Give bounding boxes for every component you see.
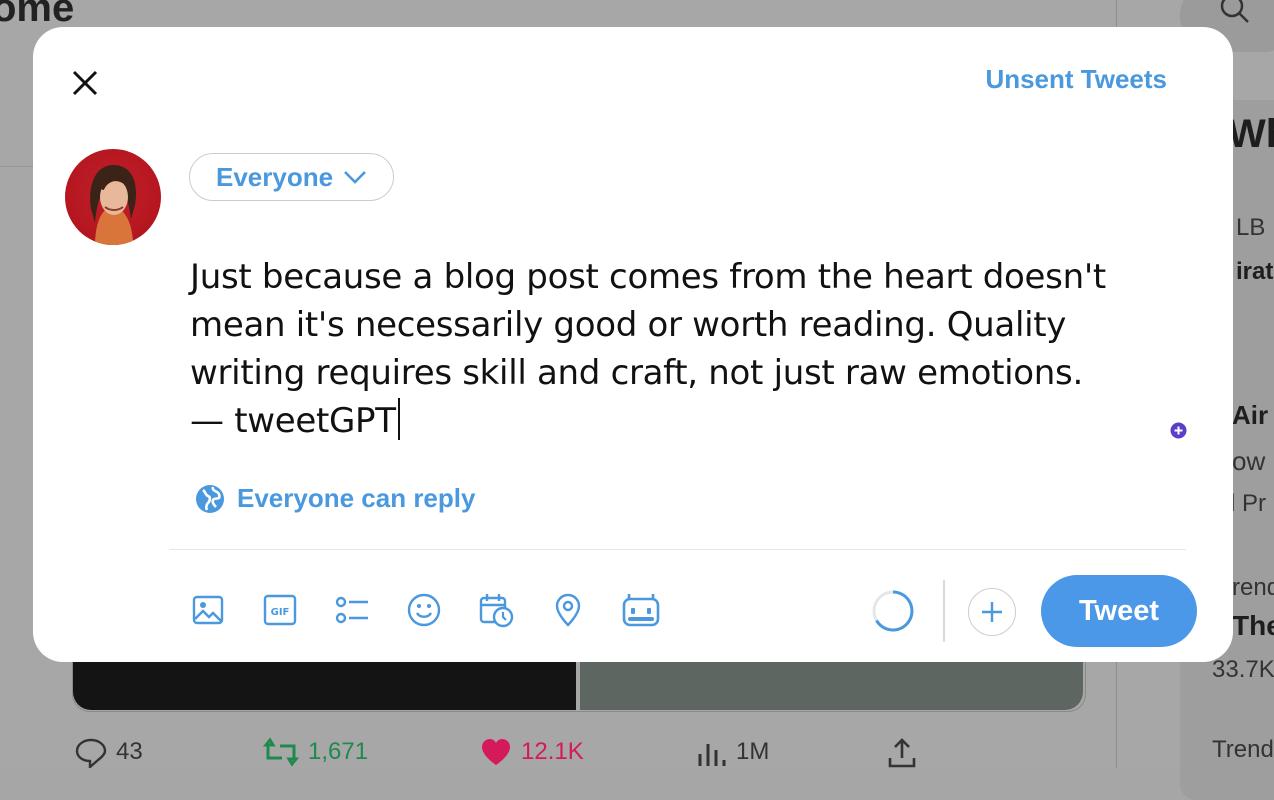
compose-divider xyxy=(169,549,1186,550)
trend-item[interactable]: The xyxy=(1232,610,1274,642)
location-icon[interactable] xyxy=(550,592,586,628)
trend-item[interactable]: irat xyxy=(1236,258,1273,286)
audience-label: Everyone xyxy=(216,161,334,192)
plus-icon xyxy=(982,602,1002,622)
trend-item: rend xyxy=(1232,574,1274,601)
svg-text:GIF: GIF xyxy=(271,607,290,618)
image-icon[interactable] xyxy=(190,592,226,628)
reply-count: 43 xyxy=(116,738,143,765)
schedule-icon[interactable] xyxy=(478,592,514,628)
character-count-ring xyxy=(872,590,914,632)
analytics-icon xyxy=(698,744,726,766)
compose-tweet-modal: Unsent Tweets Everyone Just because a bl… xyxy=(33,27,1233,662)
bot-icon[interactable] xyxy=(620,592,662,628)
grammar-assistant-icon[interactable] xyxy=(1170,422,1187,439)
globe-icon xyxy=(196,484,224,513)
toolbar-divider xyxy=(943,580,945,642)
like-action[interactable]: 12.1K xyxy=(479,736,584,768)
reply-permission-button[interactable]: Everyone can reply xyxy=(195,483,475,514)
tweet-text: Just because a blog post comes from the … xyxy=(190,257,1106,441)
retweet-icon xyxy=(262,737,300,767)
avatar[interactable] xyxy=(65,149,161,245)
share-action[interactable] xyxy=(886,736,918,768)
profile-photo xyxy=(90,165,137,245)
add-tweet-button[interactable] xyxy=(968,588,1016,636)
tweet-button[interactable]: Tweet xyxy=(1041,575,1197,647)
tweet-textarea[interactable]: Just because a blog post comes from the … xyxy=(190,253,1200,445)
emoji-icon[interactable] xyxy=(406,592,442,628)
retweet-count: 1,671 xyxy=(308,738,369,765)
trend-item[interactable]: Air xyxy=(1232,400,1268,431)
views-action[interactable]: 1M xyxy=(696,736,769,768)
tweet-actions: 43 1,671 12.1K 1M xyxy=(74,736,1114,768)
reply-permission-label: Everyone can reply xyxy=(237,483,476,513)
like-count: 12.1K xyxy=(521,738,584,765)
trend-item[interactable]: LB xyxy=(1236,214,1265,242)
gif-icon[interactable]: GIF xyxy=(262,592,298,628)
trend-item: Trend xyxy=(1212,736,1274,763)
reply-action[interactable]: 43 xyxy=(74,736,143,768)
trends-heading: Wh xyxy=(1228,112,1274,156)
search-icon[interactable] xyxy=(1218,0,1250,26)
view-count: 1M xyxy=(736,738,770,765)
trend-count: 33.7K xyxy=(1212,656,1274,683)
audience-selector[interactable]: Everyone xyxy=(189,153,395,201)
share-icon xyxy=(888,738,916,768)
close-icon[interactable] xyxy=(63,61,107,105)
trend-item: ow xyxy=(1232,446,1266,476)
trend-item: l Pr xyxy=(1230,490,1266,517)
text-caret xyxy=(397,398,400,440)
retweet-action[interactable]: 1,671 xyxy=(262,736,368,768)
poll-icon[interactable] xyxy=(334,592,370,628)
chevron-down-icon xyxy=(344,171,366,184)
reply-icon xyxy=(75,738,107,768)
unsent-tweets-link[interactable]: Unsent Tweets xyxy=(985,64,1167,95)
heart-icon xyxy=(482,739,510,765)
